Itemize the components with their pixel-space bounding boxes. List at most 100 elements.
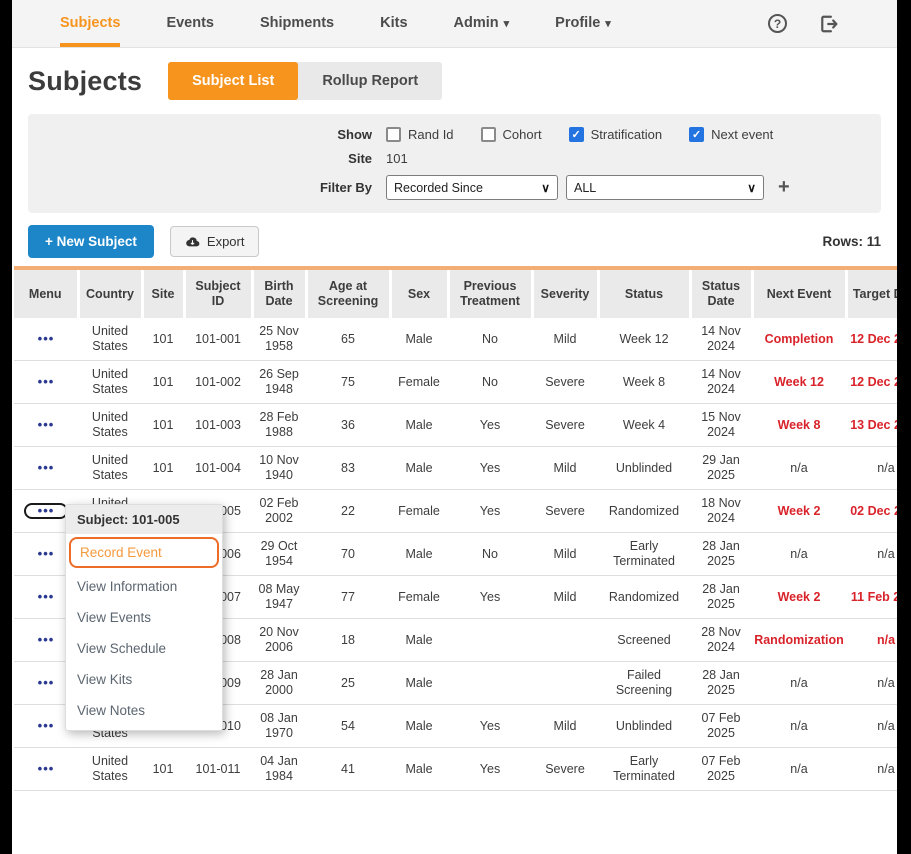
sex-cell: Female: [390, 490, 448, 533]
row-menu-button[interactable]: •••: [26, 548, 67, 560]
sex-cell: Female: [390, 576, 448, 619]
sex-cell: Male: [390, 533, 448, 576]
status-cell: Week 12: [598, 318, 690, 361]
context-menu-item-view-kits[interactable]: View Kits: [66, 664, 222, 695]
table-row: •••United States101101-00410 Nov 194083M…: [14, 447, 897, 490]
column-header-menu: Menu: [14, 268, 78, 318]
help-icon[interactable]: ?: [768, 14, 787, 33]
context-menu-item-view-notes[interactable]: View Notes: [66, 695, 222, 726]
severity-cell: Severe: [532, 404, 598, 447]
status-cell: Randomized: [598, 576, 690, 619]
column-header-next-event: Next Event: [752, 268, 846, 318]
nav-item-kits[interactable]: Kits: [380, 0, 407, 47]
row-menu-button[interactable]: •••: [26, 591, 67, 603]
new-subject-button[interactable]: + New Subject: [28, 225, 154, 258]
status-date-cell: 28 Nov 2024: [690, 619, 752, 662]
birth-date-cell: 29 Oct 1954: [252, 533, 306, 576]
nav-item-label: Events: [166, 15, 214, 31]
status-cell: Unblinded: [598, 705, 690, 748]
nav-item-admin[interactable]: Admin ▾: [454, 0, 510, 47]
birth-date-cell: 04 Jan 1984: [252, 748, 306, 791]
sex-cell: Male: [390, 619, 448, 662]
filter-value-select[interactable]: ALL ∨: [566, 175, 764, 200]
country-cell: United States: [78, 748, 142, 791]
next-event-cell: Completion: [752, 318, 846, 361]
cloud-download-icon: [185, 236, 200, 248]
sex-cell: Male: [390, 447, 448, 490]
prev-treatment-cell: Yes: [448, 447, 532, 490]
dropdown-chevron-icon: ∨: [541, 181, 550, 195]
tab-rollup-report[interactable]: Rollup Report: [298, 62, 442, 100]
checkbox-unchecked-icon[interactable]: [481, 127, 496, 142]
nav-item-events[interactable]: Events: [166, 0, 214, 47]
status-cell: Early Terminated: [598, 748, 690, 791]
add-filter-button[interactable]: +: [778, 176, 790, 199]
row-menu-button[interactable]: •••: [26, 720, 67, 732]
checkbox-cohort[interactable]: Cohort: [481, 127, 542, 142]
nav-item-label: Admin: [454, 15, 499, 31]
context-menu-item-view-events[interactable]: View Events: [66, 602, 222, 633]
target-date-cell: n/a: [846, 447, 897, 490]
tab-subject-list[interactable]: Subject List: [168, 62, 298, 100]
column-header-status-date: Status Date: [690, 268, 752, 318]
next-event-cell: n/a: [752, 662, 846, 705]
actions-row: + New Subject Export Rows: 11: [28, 225, 881, 258]
column-header-severity: Severity: [532, 268, 598, 318]
checkbox-checked-icon[interactable]: ✓: [689, 127, 704, 142]
target-date-cell: 11 Feb 2025: [846, 576, 897, 619]
row-menu-button[interactable]: •••: [26, 419, 67, 431]
row-menu-button[interactable]: •••: [26, 333, 67, 345]
severity-cell: Mild: [532, 447, 598, 490]
context-menu-item-record-event[interactable]: Record Event: [69, 537, 219, 568]
checkbox-rand-id[interactable]: Rand Id: [386, 127, 454, 142]
status-date-cell: 07 Feb 2025: [690, 748, 752, 791]
nav-item-profile[interactable]: Profile ▾: [555, 0, 611, 47]
row-menu-button[interactable]: •••: [26, 462, 67, 474]
country-cell: United States: [78, 447, 142, 490]
sex-cell: Male: [390, 662, 448, 705]
age-cell: 36: [306, 404, 390, 447]
checkbox-unchecked-icon[interactable]: [386, 127, 401, 142]
target-date-cell: 12 Dec 2024: [846, 361, 897, 404]
context-menu-item-view-information[interactable]: View Information: [66, 571, 222, 602]
birth-date-cell: 28 Jan 2000: [252, 662, 306, 705]
export-button[interactable]: Export: [170, 226, 260, 257]
row-menu-button[interactable]: •••: [26, 677, 67, 689]
age-cell: 22: [306, 490, 390, 533]
prev-treatment-cell: Yes: [448, 576, 532, 619]
checkbox-label: Cohort: [503, 127, 542, 142]
severity-cell: [532, 619, 598, 662]
prev-treatment-cell: Yes: [448, 748, 532, 791]
filter-type-select[interactable]: Recorded Since ∨: [386, 175, 558, 200]
row-menu-button[interactable]: •••: [26, 505, 67, 517]
context-menu-item-view-schedule[interactable]: View Schedule: [66, 633, 222, 664]
row-menu-button[interactable]: •••: [26, 376, 67, 388]
prev-treatment-cell: No: [448, 533, 532, 576]
checkbox-checked-icon[interactable]: ✓: [569, 127, 584, 142]
checkbox-label: Stratification: [591, 127, 663, 142]
birth-date-cell: 26 Sep 1948: [252, 361, 306, 404]
caret-down-icon: ▾: [605, 17, 611, 30]
target-date-cell: 12 Dec 2024: [846, 318, 897, 361]
menu-cell: •••: [14, 404, 78, 447]
status-date-cell: 14 Nov 2024: [690, 361, 752, 404]
column-header-target-date: Target Date: [846, 268, 897, 318]
sex-cell: Male: [390, 705, 448, 748]
country-cell: United States: [78, 404, 142, 447]
row-menu-button[interactable]: •••: [26, 634, 67, 646]
checkbox-stratification[interactable]: ✓ Stratification: [569, 127, 663, 142]
table-row: •••United States101101-00125 Nov 195865M…: [14, 318, 897, 361]
column-header-country: Country: [78, 268, 142, 318]
nav-item-shipments[interactable]: Shipments: [260, 0, 334, 47]
checkbox-label: Rand Id: [408, 127, 454, 142]
show-label: Show: [42, 127, 372, 142]
nav-item-subjects[interactable]: Subjects: [60, 0, 120, 47]
nav-item-label: Shipments: [260, 15, 334, 31]
column-header-subject-id: Subject ID: [184, 268, 252, 318]
checkbox-next-event[interactable]: ✓Next event: [689, 127, 773, 142]
tab-group: Subject List Rollup Report: [168, 62, 442, 100]
row-menu-button[interactable]: •••: [26, 763, 67, 775]
column-header-site: Site: [142, 268, 184, 318]
table-row: •••United States101101-01104 Jan 198441M…: [14, 748, 897, 791]
logout-icon[interactable]: [819, 14, 841, 34]
